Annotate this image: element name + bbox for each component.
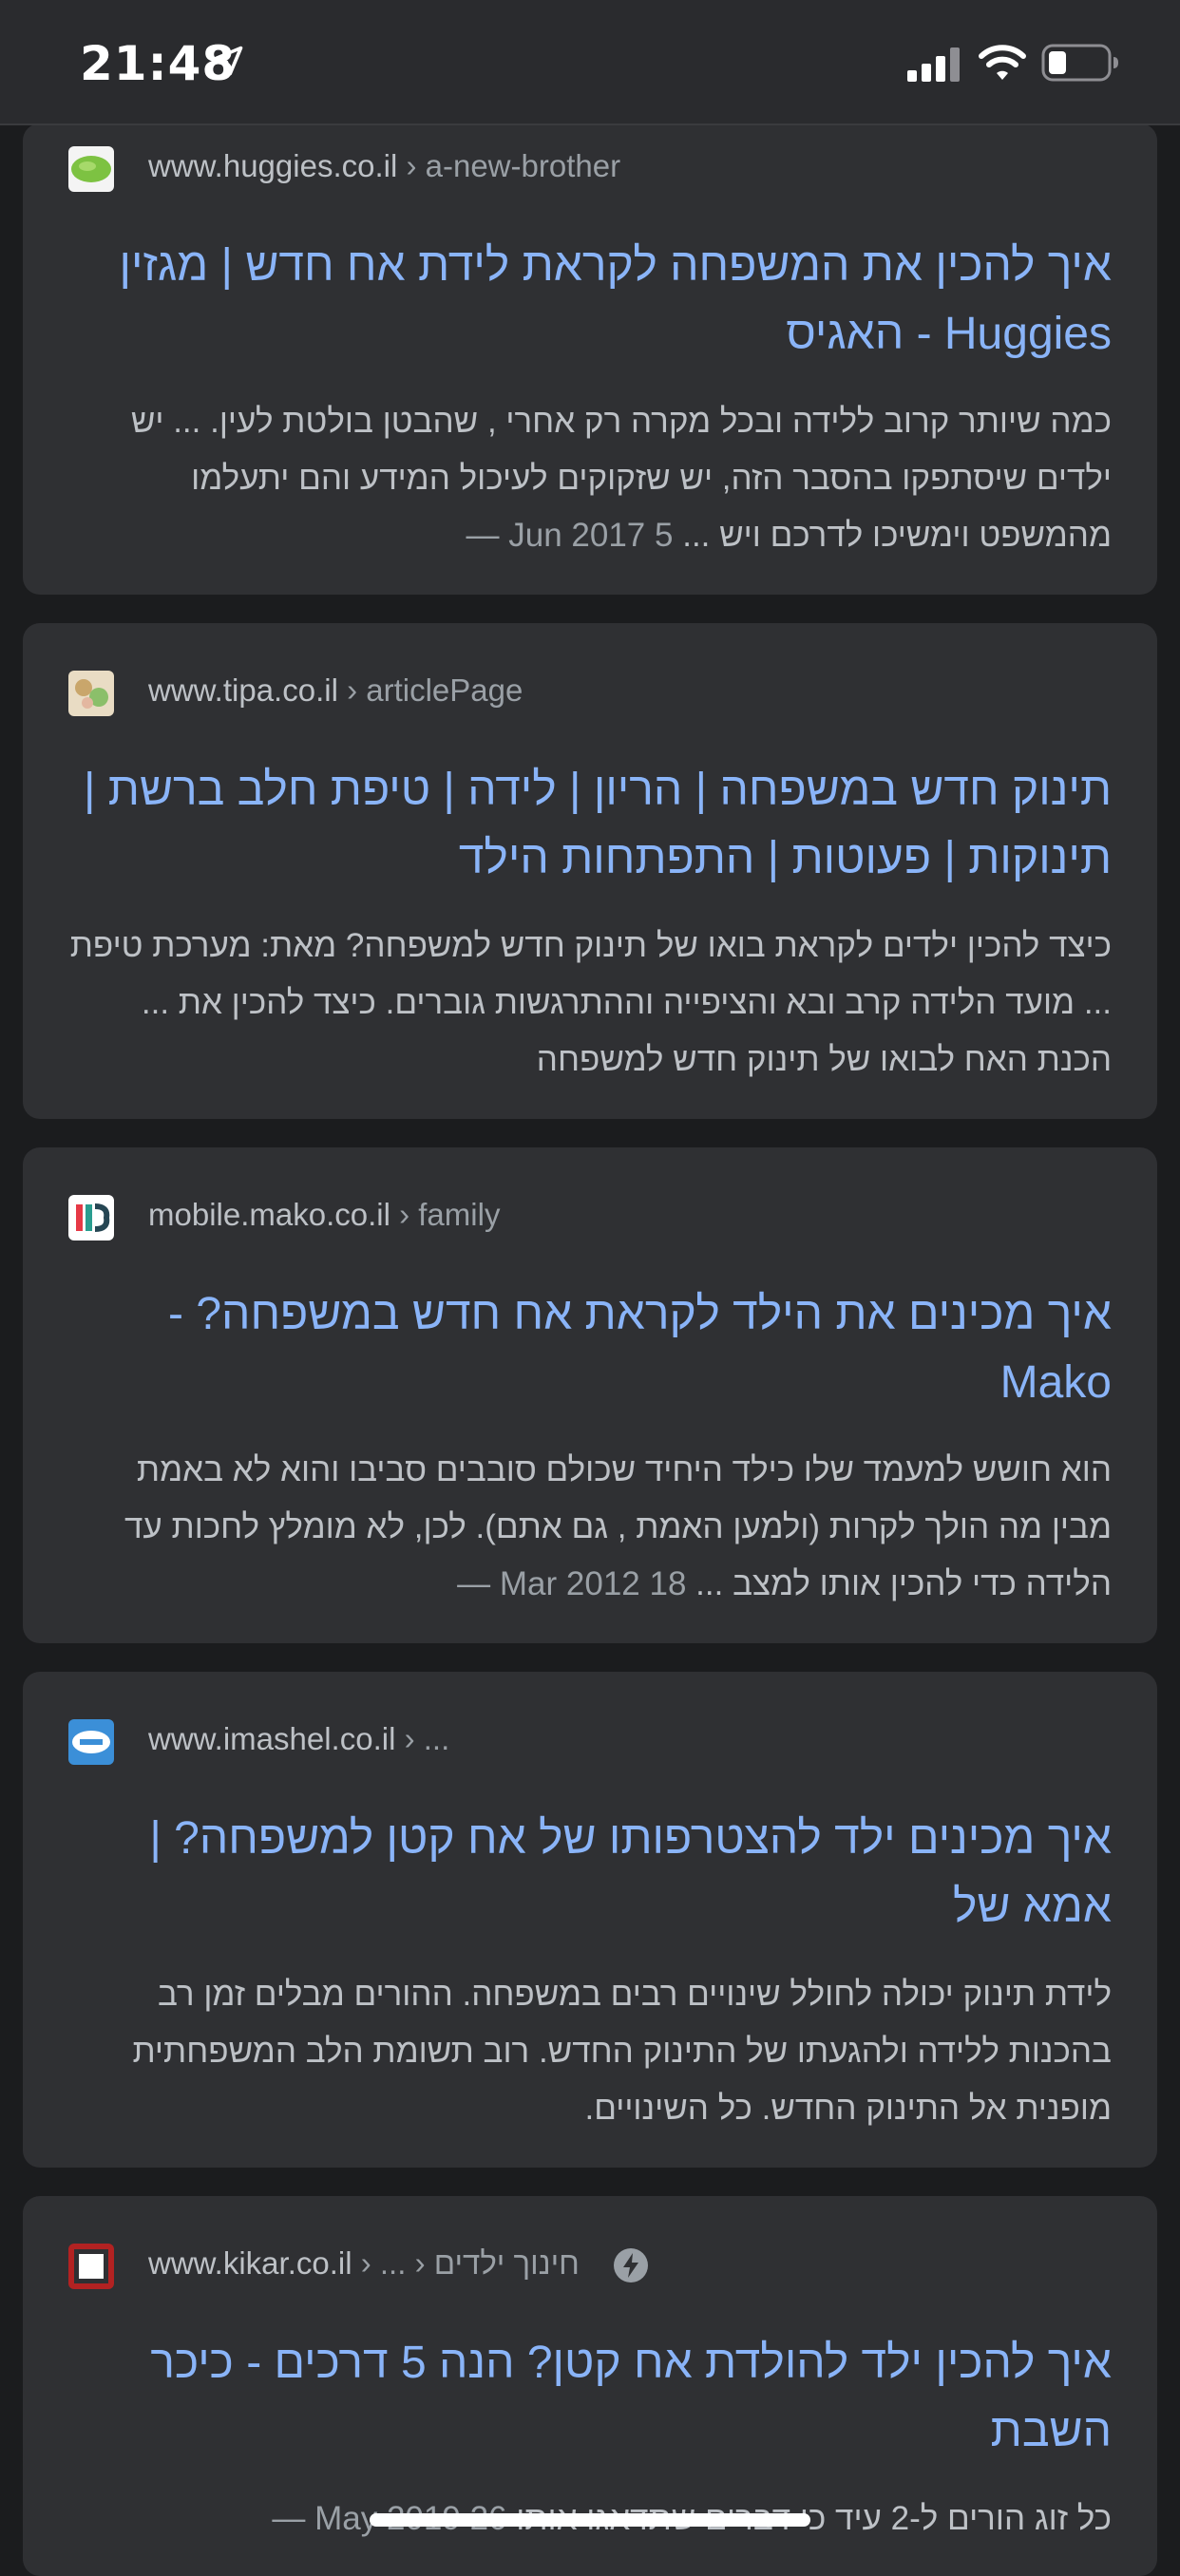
url-path: › articlePage — [347, 672, 523, 708]
url-path: › ... — [404, 1721, 450, 1756]
url-path: › ... › חינוך ילדים — [360, 2245, 580, 2281]
result-url[interactable]: www.imashel.co.il › ... — [148, 1721, 449, 1757]
tipa-favicon-icon — [68, 671, 114, 716]
location-arrow-icon — [213, 46, 243, 76]
snippet-text: כיצד להכין ילדים לקראת בואו של תינוק חדש… — [69, 927, 1112, 1078]
result-snippet: כיצד להכין ילדים לקראת בואו של תינוק חדש… — [68, 918, 1112, 1089]
result-snippet: הוא חושש למעמד שלו כילד היחיד שכולם סובב… — [68, 1442, 1112, 1613]
result-snippet: לידת תינוק יכולה לחולל שינויים רבים במשפ… — [68, 1966, 1112, 2137]
url-site: www.kikar.co.il — [148, 2245, 352, 2281]
result-card[interactable]: www.huggies.co.il › a-new-brother איך לה… — [23, 123, 1157, 595]
result-snippet: כמה שיותר קרוב ללידה ובכל מקרה רק אחרי ,… — [68, 393, 1112, 564]
result-card[interactable]: mobile.mako.co.il › family איך מכינים את… — [23, 1147, 1157, 1643]
huggies-favicon-icon — [68, 146, 114, 192]
result-title-link[interactable]: איך מכינים את הילד לקראת אח חדש במשפחה? … — [68, 1280, 1112, 1417]
mako-favicon-icon — [68, 1195, 114, 1241]
snippet-text: לידת תינוק יכולה לחולל שינויים רבים במשפ… — [132, 1976, 1112, 2127]
imashel-favicon-icon — [68, 1719, 114, 1765]
url-site: www.tipa.co.il — [148, 672, 338, 708]
result-title-link[interactable]: תינוק חדש במשפחה | הריון | לידה | טיפת ח… — [68, 756, 1112, 893]
result-date: 18 Mar 2012 — — [457, 1565, 687, 1602]
amp-lightning-icon — [614, 2248, 649, 2283]
result-title-link[interactable]: איך מכינים ילד להצטרפותו של אח קטן למשפח… — [68, 1805, 1112, 1941]
result-title-link[interactable]: איך להכין ילד להולדת אח קטן? הנה 5 דרכים… — [68, 2329, 1112, 2466]
wifi-icon — [979, 45, 1026, 80]
kikar-favicon-icon — [68, 2244, 114, 2289]
status-bar: 21:48 — [0, 0, 1180, 125]
result-date: 5 Jun 2017 — — [466, 517, 674, 554]
result-url[interactable]: www.kikar.co.il › ... › חינוך ילדים — [148, 2245, 649, 2283]
battery-icon — [1041, 44, 1118, 82]
result-url[interactable]: www.tipa.co.il › articlePage — [148, 672, 523, 709]
result-url[interactable]: www.huggies.co.il › a-new-brother — [148, 148, 620, 184]
cellular-signal-icon — [907, 47, 960, 82]
url-site: www.imashel.co.il — [148, 1721, 396, 1756]
result-title-link[interactable]: איך להכין את המשפחה לקראת לידת אח חדש | … — [68, 232, 1112, 369]
result-url[interactable]: mobile.mako.co.il › family — [148, 1197, 500, 1233]
url-site: www.huggies.co.il — [148, 148, 398, 183]
url-site: mobile.mako.co.il — [148, 1197, 390, 1232]
url-path: › a-new-brother — [406, 148, 621, 183]
result-card[interactable]: www.tipa.co.il › articlePage תינוק חדש ב… — [23, 623, 1157, 1119]
url-path: › family — [399, 1197, 501, 1232]
home-indicator[interactable] — [370, 2513, 810, 2527]
result-card[interactable]: www.imashel.co.il › ... איך מכינים ילד ל… — [23, 1672, 1157, 2168]
